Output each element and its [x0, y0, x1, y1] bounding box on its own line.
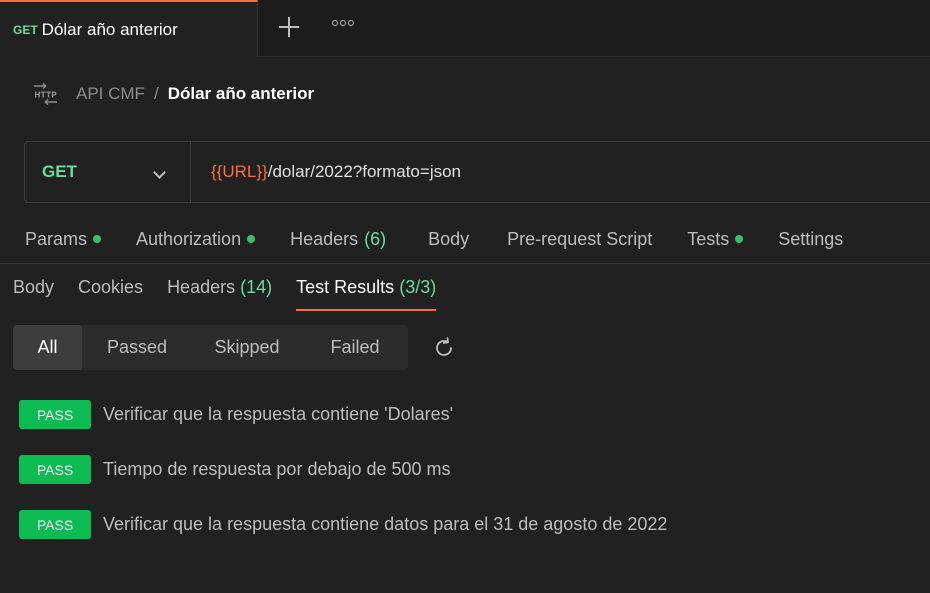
- filter-skipped[interactable]: Skipped: [192, 325, 302, 370]
- breadcrumb-request[interactable]: Dólar año anterior: [168, 84, 314, 104]
- test-results-count: (3/3): [399, 277, 437, 297]
- filter-failed[interactable]: Failed: [302, 325, 408, 370]
- test-result-row: PASS Verificar que la respuesta contiene…: [19, 400, 667, 429]
- divider: [0, 263, 930, 264]
- svg-text:HTTP: HTTP: [34, 91, 57, 100]
- breadcrumb: HTTP API CMF / Dólar año anterior: [32, 80, 314, 108]
- filter-all[interactable]: All: [13, 325, 82, 370]
- request-tab-active[interactable]: GET Dólar año anterior: [0, 0, 258, 57]
- plus-icon[interactable]: [276, 14, 302, 40]
- tab-authorization[interactable]: Authorization: [136, 229, 256, 250]
- tab-tests[interactable]: Tests: [687, 229, 744, 250]
- pass-badge: PASS: [19, 455, 91, 484]
- tab-params[interactable]: Params: [25, 229, 102, 250]
- status-dot: [735, 235, 744, 243]
- more-icon[interactable]: [332, 20, 354, 26]
- status-dot: [93, 235, 102, 243]
- status-dot: [247, 235, 256, 243]
- test-results-list: PASS Verificar que la respuesta contiene…: [19, 400, 667, 565]
- pass-badge: PASS: [19, 510, 91, 539]
- response-tab-cookies[interactable]: Cookies: [78, 277, 143, 311]
- http-icon: HTTP: [34, 82, 57, 106]
- results-filter: All Passed Skipped Failed: [13, 325, 408, 370]
- tab-body[interactable]: Body: [428, 229, 469, 250]
- breadcrumb-separator: /: [153, 84, 159, 103]
- test-result-row: PASS Verificar que la respuesta contiene…: [19, 510, 667, 539]
- tab-method-label: GET: [13, 22, 38, 37]
- tab-settings[interactable]: Settings: [778, 229, 843, 250]
- response-tabs: Body Cookies Headers (14) Test Results (…: [13, 277, 460, 311]
- url-bar: GET {{URL}}/dolar/2022?formato=json: [24, 141, 930, 203]
- tab-title: Dólar año anterior: [41, 19, 178, 39]
- method-label: GET: [42, 162, 77, 181]
- test-result-text: Verificar que la respuesta contiene dato…: [103, 514, 668, 534]
- url-path: /dolar/2022?formato=json: [267, 162, 462, 181]
- headers-count: (6): [364, 228, 387, 249]
- tab-strip: GET Dólar año anterior: [0, 0, 930, 57]
- breadcrumb-collection[interactable]: API CMF: [76, 84, 145, 104]
- filter-passed[interactable]: Passed: [82, 325, 192, 370]
- test-result-text: Tiempo de respuesta por debajo de 500 ms: [103, 459, 451, 479]
- response-tab-test-results[interactable]: Test Results (3/3): [296, 277, 437, 311]
- chevron-down-icon: [153, 166, 166, 179]
- response-headers-count: (14): [240, 277, 273, 297]
- pass-badge: PASS: [19, 400, 91, 429]
- response-tab-body[interactable]: Body: [13, 277, 54, 311]
- url-variable: {{URL}}: [211, 162, 268, 181]
- response-tab-headers[interactable]: Headers (14): [167, 277, 272, 311]
- tab-headers[interactable]: Headers (6): [290, 229, 386, 250]
- request-tabs: Params Authorization Headers (6) Body Pre…: [25, 226, 878, 252]
- method-select[interactable]: GET: [25, 142, 191, 202]
- tab-pre-request-script[interactable]: Pre-request Script: [507, 229, 652, 250]
- test-result-text: Verificar que la respuesta contiene 'Dol…: [103, 404, 454, 424]
- url-input[interactable]: {{URL}}/dolar/2022?formato=json: [191, 162, 461, 182]
- test-result-row: PASS Tiempo de respuesta por debajo de 5…: [19, 455, 667, 484]
- refresh-icon[interactable]: [432, 336, 456, 360]
